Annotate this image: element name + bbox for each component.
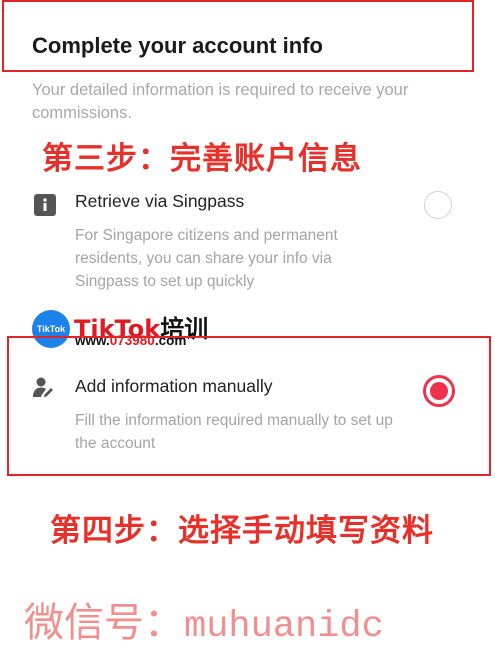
option-singpass-description: For Singapore citizens and permanent res…: [75, 227, 338, 290]
step4-annotation: 第四步：选择手动填写资料: [50, 513, 434, 549]
user-edit-icon: [32, 376, 54, 398]
manual-radio-selected[interactable]: [423, 375, 455, 407]
option-singpass-title: Retrieve via Singpass: [75, 191, 245, 211]
option-manual-title: Add information manually: [75, 376, 273, 396]
option-singpass[interactable]: Retrieve via Singpass For Singapore citi…: [0, 180, 495, 298]
option-manual-description: Fill the information required manually t…: [75, 412, 393, 452]
singpass-radio[interactable]: [424, 191, 452, 219]
step3-annotation: 第三步：完善账户信息: [42, 141, 362, 177]
wechat-watermark: 微信号：muhuanidc: [24, 600, 384, 648]
page-subtitle: Your detailed information is required to…: [32, 81, 409, 122]
page-title: Complete your account info: [32, 33, 323, 58]
option-manual[interactable]: Add information manually Fill the inform…: [10, 340, 488, 472]
radio-selected-dot: [430, 382, 448, 400]
info-icon: [34, 194, 56, 216]
